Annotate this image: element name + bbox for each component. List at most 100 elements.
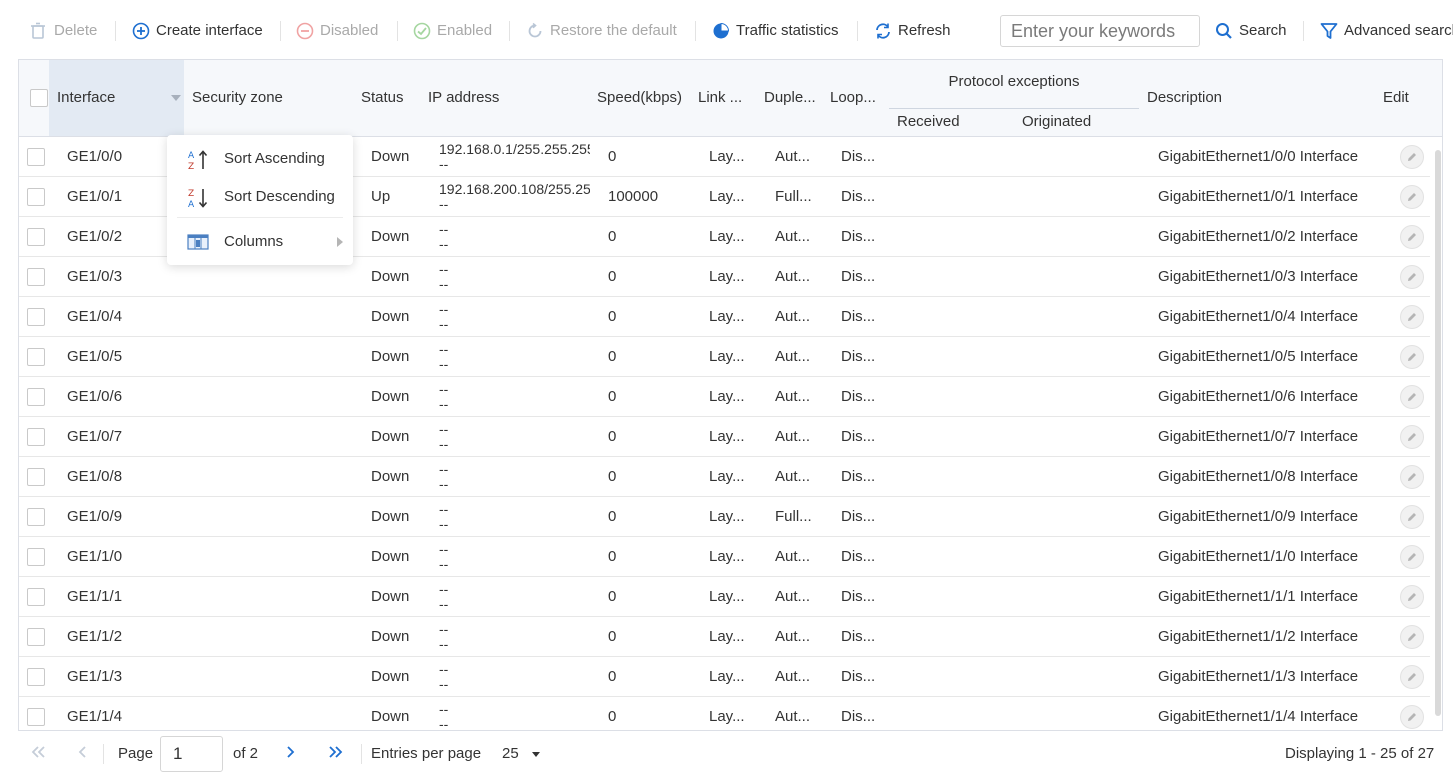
sort-ascending-item[interactable]: A Z Sort Ascending [167,142,353,176]
column-header-security-zone[interactable]: Security zone [192,60,352,136]
cell-ip-address: -- -- [439,382,590,414]
cell-security-zone [192,417,352,456]
cell-link: Lay... [709,228,745,245]
table-row[interactable]: GE1/0/4 Down -- -- 0 Lay... Aut... Dis... Gigabi… [19,297,1430,337]
row-checkbox[interactable] [27,148,45,166]
cell-received [897,697,1012,730]
edit-button[interactable] [1400,265,1424,289]
table-row[interactable]: GE1/1/2 Down -- -- 0 Lay... Aut... Dis... Gigabi… [19,617,1430,657]
select-all-checkbox[interactable] [30,89,48,107]
table-header: Interface Security zone Status IP addres… [19,60,1442,137]
row-checkbox[interactable] [27,428,45,446]
cell-link: Lay... [709,388,745,405]
edit-button[interactable] [1400,665,1424,689]
sort-descending-item[interactable]: Z A Sort Descending [167,180,353,214]
table-row[interactable]: GE1/1/0 Down -- -- 0 Lay... Aut... Dis... Gigabi… [19,537,1430,577]
edit-button[interactable] [1400,625,1424,649]
row-checkbox[interactable] [27,188,45,206]
column-header-label: Description [1147,89,1223,106]
row-checkbox[interactable] [27,308,45,326]
table-row[interactable]: GE1/0/9 Down -- -- 0 Lay... Full... Dis... Gigab… [19,497,1430,537]
ip-address-secondary: -- [439,557,449,572]
cell-duplex: Aut... [775,348,811,365]
table-row[interactable]: GE1/1/1 Down -- -- 0 Lay... Aut... Dis... Gigabi… [19,577,1430,617]
cell-loop: Dis... [841,308,876,325]
cell-duplex: Aut... [775,428,811,445]
cell-security-zone [192,657,352,696]
column-header-ip-address[interactable]: IP address [428,60,578,136]
column-header-duplex[interactable]: Duple... [764,60,824,136]
row-checkbox[interactable] [27,708,45,726]
table-row[interactable]: GE1/1/4 Down -- -- 0 Lay... Aut... Dis... Gigabi… [19,697,1430,731]
cell-interface: GE1/1/3 [67,668,123,685]
columns-item[interactable]: Columns [167,225,353,259]
table-row[interactable]: GE1/0/6 Down -- -- 0 Lay... Aut... Dis... Gigabi… [19,377,1430,417]
search-input[interactable] [1000,15,1200,47]
edit-button[interactable] [1400,585,1424,609]
cell-loop: Dis... [841,268,876,285]
cell-duplex: Aut... [775,708,811,725]
edit-button[interactable] [1400,225,1424,249]
cell-link: Lay... [709,428,745,445]
cell-status: Down [371,588,410,605]
next-page-icon[interactable] [282,744,298,760]
previous-page-icon[interactable] [75,744,91,760]
table-row[interactable]: GE1/0/7 Down -- -- 0 Lay... Aut... Dis... Gigabi… [19,417,1430,457]
cell-status: Down [371,548,410,565]
edit-button[interactable] [1400,145,1424,169]
row-checkbox[interactable] [27,668,45,686]
column-header-speed[interactable]: Speed(kbps) [597,60,692,136]
cell-received [897,257,1012,296]
column-header-originated[interactable]: Originated [1022,113,1091,130]
cell-security-zone [192,697,352,730]
row-checkbox[interactable] [27,508,45,526]
cell-speed: 0 [608,228,617,245]
first-page-icon[interactable] [30,744,46,760]
row-checkbox[interactable] [27,548,45,566]
column-context-menu: A Z Sort Ascending Z A Sort Descending C… [167,135,353,265]
column-menu-trigger[interactable] [171,95,181,101]
ip-address-secondary: -- [439,717,449,731]
edit-button[interactable] [1400,305,1424,329]
cell-speed: 0 [608,628,617,645]
cell-link: Lay... [709,708,745,725]
edit-button[interactable] [1400,505,1424,529]
cell-received [897,657,1012,696]
column-header-loop[interactable]: Loop... [830,60,885,136]
cell-speed: 0 [608,268,617,285]
row-checkbox[interactable] [27,628,45,646]
plus-circle-icon [132,22,150,40]
row-checkbox[interactable] [27,228,45,246]
column-header-link[interactable]: Link ... [698,60,758,136]
cell-ip-address: -- -- [439,622,590,654]
cell-ip-address: -- -- [439,422,590,454]
edit-button[interactable] [1400,345,1424,369]
ip-address-secondary: -- [439,157,449,172]
table-row[interactable]: GE1/1/3 Down -- -- 0 Lay... Aut... Dis... Gigabi… [19,657,1430,697]
row-checkbox[interactable] [27,348,45,366]
edit-button[interactable] [1400,425,1424,449]
cell-loop: Dis... [841,628,876,645]
row-checkbox[interactable] [27,588,45,606]
column-header-interface[interactable]: Interface [49,60,184,136]
edit-button[interactable] [1400,705,1424,729]
column-header-status[interactable]: Status [361,60,421,136]
page-number-input[interactable] [160,736,223,772]
row-checkbox[interactable] [27,388,45,406]
entries-per-page-select[interactable]: 25 [502,734,540,774]
row-checkbox[interactable] [27,468,45,486]
table-row[interactable]: GE1/0/8 Down -- -- 0 Lay... Aut... Dis... Gigabi… [19,457,1430,497]
edit-button[interactable] [1400,385,1424,409]
column-header-received[interactable]: Received [897,113,960,130]
edit-button[interactable] [1400,185,1424,209]
table-row[interactable]: GE1/0/5 Down -- -- 0 Lay... Aut... Dis... Gigabi… [19,337,1430,377]
column-header-label: Interface [57,89,116,106]
edit-button[interactable] [1400,465,1424,489]
last-page-icon[interactable] [328,744,344,760]
edit-button[interactable] [1400,545,1424,569]
trash-icon [31,22,45,39]
vertical-scrollbar[interactable] [1435,150,1441,716]
column-header-description[interactable]: Description [1147,60,1347,136]
row-checkbox[interactable] [27,268,45,286]
cell-ip-address: -- -- [439,702,590,731]
